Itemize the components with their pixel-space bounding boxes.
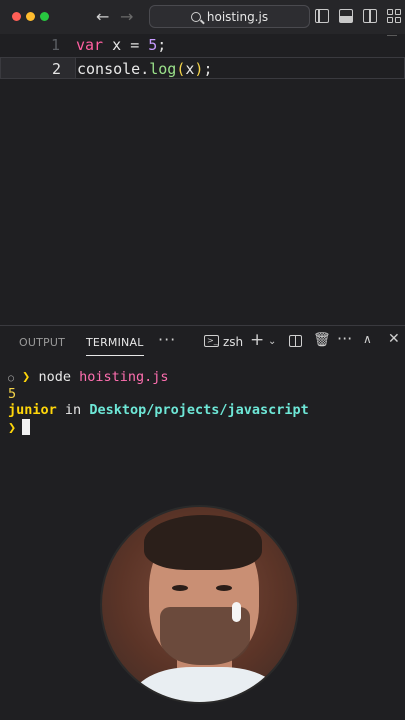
layout-split-icon[interactable] [363, 9, 377, 23]
earbud-icon [232, 602, 241, 622]
terminal-user: junior [8, 402, 57, 418]
search-icon [190, 11, 201, 22]
title-bar: ← → hoisting.js [0, 0, 405, 34]
webcam-person-eye [172, 585, 188, 591]
command-status-icon: ○ [8, 373, 15, 384]
more-icon[interactable]: ··· [337, 329, 352, 348]
webcam-person-hair [144, 515, 262, 570]
token-function: log [149, 60, 177, 78]
tab-output[interactable]: OUTPUT [19, 336, 65, 349]
forward-arrow-icon[interactable]: → [120, 7, 133, 27]
prompt-symbol: ❯ [22, 369, 31, 385]
terminal-in-word: in [64, 402, 82, 418]
terminal-line: ○ ❯ node hoisting.js [8, 369, 169, 388]
code-text[interactable]: console.log(x); [77, 58, 212, 80]
token-identifier: x [112, 36, 122, 54]
code-line[interactable]: 1 var x = 5; [0, 34, 405, 56]
panel-tabs: OUTPUT TERMINAL ··· >_ zsh + ⌄ 🗑 ··· ∧ ✕ [0, 326, 405, 358]
line-number: 2 [51, 60, 61, 78]
plus-icon[interactable]: + [250, 330, 264, 350]
token-dot: . [140, 60, 150, 78]
layout-sidebar-icon[interactable] [315, 9, 329, 23]
token-semicolon: ; [203, 60, 213, 78]
maximize-panel-icon[interactable]: ∧ [363, 332, 372, 346]
terminal-icon: >_ [204, 335, 219, 347]
webcam-person-eye [216, 585, 232, 591]
token-operator: = [130, 36, 140, 54]
close-window-button[interactable] [12, 12, 21, 21]
terminal-cursor [22, 419, 31, 435]
trash-icon[interactable]: 🗑 [313, 332, 331, 348]
line-number: 1 [50, 36, 60, 54]
webcam-overlay [100, 505, 299, 704]
token-semicolon: ; [157, 36, 167, 54]
shell-name[interactable]: zsh [223, 335, 243, 349]
terminal-line: 5 [8, 386, 16, 403]
layout-controls [315, 9, 401, 23]
webcam-person-shirt [132, 667, 282, 702]
split-terminal-icon[interactable] [289, 335, 302, 347]
tab-terminal[interactable]: TERMINAL [86, 336, 144, 356]
terminal-argument: hoisting.js [79, 369, 169, 385]
terminal-path: Desktop/projects/javascript [89, 402, 309, 418]
terminal-line: junior in Desktop/projects/javascript [8, 402, 309, 419]
layout-panel-icon[interactable] [339, 9, 353, 23]
terminal-command: node [38, 369, 71, 385]
back-arrow-icon[interactable]: ← [96, 7, 109, 27]
command-center-search[interactable]: hoisting.js [149, 5, 310, 28]
token-object: console [77, 60, 141, 78]
minimize-window-button[interactable] [26, 12, 35, 21]
token-keyword: var [76, 36, 104, 54]
code-editor[interactable]: 1 var x = 5; 2 console.log(x); [0, 34, 405, 325]
prompt-symbol: ❯ [8, 420, 17, 436]
code-text[interactable]: var x = 5; [76, 34, 166, 56]
zoom-window-button[interactable] [40, 12, 49, 21]
close-icon[interactable]: ✕ [388, 331, 400, 347]
chevron-down-icon[interactable]: ⌄ [268, 336, 276, 347]
terminal-output-value: 5 [8, 386, 17, 402]
token-number: 5 [148, 36, 158, 54]
more-tabs-icon[interactable]: ··· [158, 330, 176, 349]
terminal-line: ❯ [8, 419, 31, 437]
code-line-active[interactable]: 2 console.log(x); [0, 57, 405, 79]
window-title: hoisting.js [206, 9, 269, 24]
layout-grid-icon[interactable] [387, 9, 401, 23]
